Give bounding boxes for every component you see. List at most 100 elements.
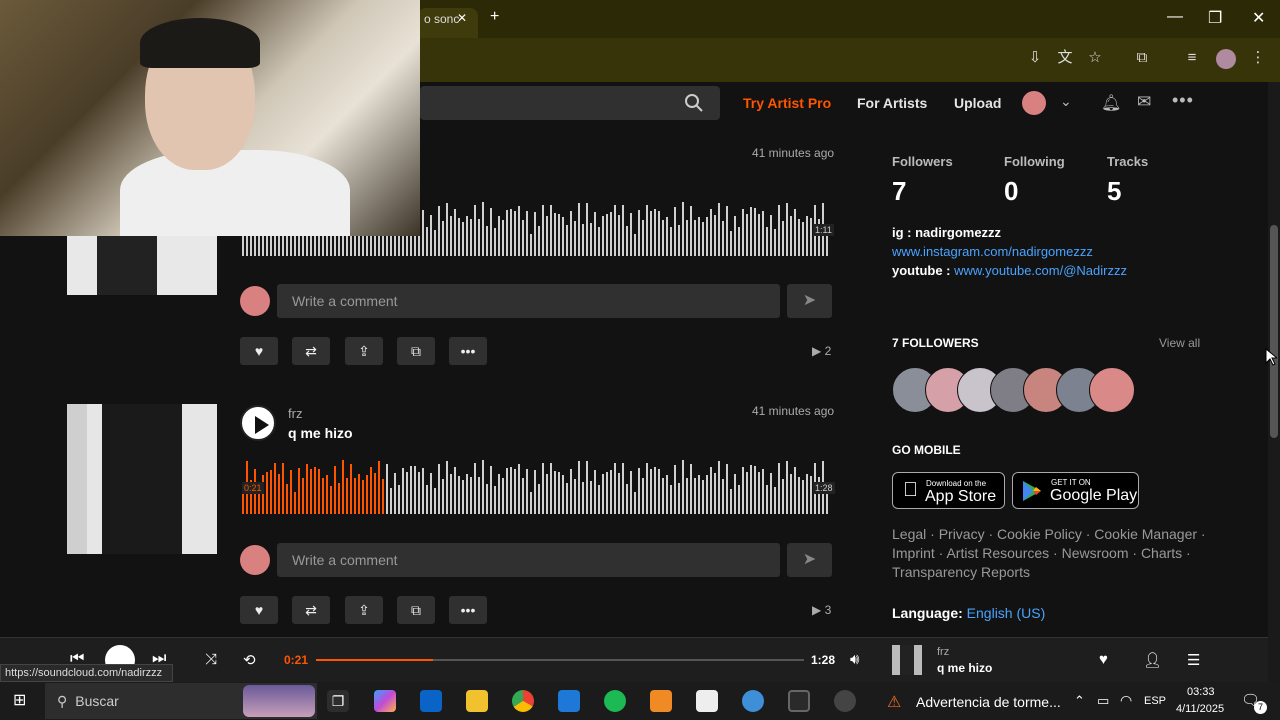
chrome-icon[interactable] [512, 690, 534, 712]
copy-link-icon[interactable]: ⧉ [397, 596, 435, 624]
repost-icon[interactable]: ⇄ [292, 596, 330, 624]
more-options-icon[interactable]: ••• [1172, 90, 1194, 111]
battery-icon[interactable]: ▭ [1097, 693, 1109, 709]
send-comment-icon[interactable]: ➤ [787, 284, 832, 318]
davinci-icon[interactable] [788, 690, 810, 712]
tab-close-icon[interactable]: ✕ [457, 11, 467, 25]
waveform-bar [482, 460, 484, 514]
youtube-link[interactable]: www.youtube.com/@Nadirzzz [954, 263, 1127, 278]
minimize-button[interactable]: — [1167, 8, 1183, 26]
file-explorer-icon[interactable] [466, 690, 488, 712]
share-icon[interactable]: ⇪ [345, 596, 383, 624]
copilot-icon[interactable] [374, 690, 396, 712]
upload-link[interactable]: Upload [954, 95, 1001, 111]
scrollbar-thumb[interactable] [1270, 225, 1278, 438]
following-count[interactable]: 0 [1004, 176, 1018, 207]
weather-alert[interactable]: Advertencia de torme... [916, 694, 1061, 710]
followers-count[interactable]: 7 [892, 176, 906, 207]
language-link[interactable]: English (US) [967, 605, 1046, 621]
followers-label[interactable]: Followers [892, 154, 953, 169]
shuffle-icon[interactable]: ⤨ [205, 651, 217, 668]
task-view-icon[interactable]: ❐ [327, 690, 349, 712]
waveform-bar [642, 477, 644, 514]
track-waveform[interactable] [242, 450, 832, 514]
following-label[interactable]: Following [1004, 154, 1065, 169]
chevron-down-icon[interactable]: ⌄ [1060, 93, 1072, 110]
profile-avatar[interactable] [1216, 49, 1236, 69]
play-button[interactable] [240, 405, 276, 441]
waveform-bar [578, 461, 580, 514]
repost-icon[interactable]: ⇄ [292, 337, 330, 365]
waveform-bar [274, 463, 276, 514]
more-actions-icon[interactable]: ••• [449, 337, 487, 365]
instagram-link[interactable]: www.instagram.com/nadirgomezzz [892, 244, 1093, 259]
app-store-button[interactable]:  Download on the App Store [892, 472, 1005, 509]
player-artist[interactable]: frz [937, 646, 949, 658]
waveform-bar [330, 485, 332, 514]
waveform-bar [490, 466, 492, 514]
track-artist[interactable]: frz [288, 406, 302, 421]
follower-avatar[interactable] [1089, 367, 1135, 413]
volume-icon[interactable]: 🔊︎ [850, 651, 859, 668]
browser-tab[interactable]: o sonc [418, 8, 478, 38]
track-title[interactable]: q me hizo [288, 425, 353, 441]
store-icon[interactable] [558, 690, 580, 712]
mail-icon[interactable]: ✉ [1137, 92, 1151, 112]
install-app-icon[interactable]: ⇩ [1025, 48, 1045, 68]
extensions-icon[interactable]: ⧉ [1132, 48, 1152, 68]
tray-chevron-icon[interactable]: ⌃ [1074, 693, 1085, 709]
for-artists-link[interactable]: For Artists [857, 95, 927, 111]
wifi-icon[interactable]: ◠ [1120, 692, 1132, 709]
browser-menu-icon[interactable]: ⋮ [1248, 48, 1268, 68]
send-comment-icon[interactable]: ➤ [787, 543, 832, 577]
like-heart-icon[interactable]: ♥ [240, 337, 278, 365]
player-like-icon[interactable]: ♥ [1099, 651, 1108, 668]
waveform-bar [682, 460, 684, 514]
document-icon[interactable] [696, 690, 718, 712]
clock-date[interactable]: 4/11/2025 [1176, 703, 1224, 715]
follow-user-icon[interactable]: 👤︎ [1143, 651, 1162, 669]
track-artwork[interactable] [67, 236, 217, 295]
fl-studio-icon[interactable] [650, 690, 672, 712]
waveform-bar [446, 203, 448, 256]
new-tab-button[interactable]: + [490, 8, 499, 26]
copy-link-icon[interactable]: ⧉ [397, 337, 435, 365]
keyboard-language[interactable]: ESP [1144, 695, 1166, 707]
more-actions-icon[interactable]: ••• [449, 596, 487, 624]
track-artwork[interactable] [67, 404, 217, 554]
comment-input[interactable]: Write a comment [277, 284, 780, 318]
maximize-button[interactable]: ❐ [1208, 8, 1222, 28]
waveform-bar [646, 463, 648, 514]
tracks-label[interactable]: Tracks [1107, 154, 1148, 169]
footer-links[interactable]: Legal · Privacy · Cookie Policy · Cookie… [892, 525, 1212, 582]
search-highlight-image[interactable] [243, 685, 315, 717]
bell-icon[interactable]: 🔔︎ [1101, 93, 1121, 113]
qbittorrent-icon[interactable] [742, 690, 764, 712]
user-avatar[interactable] [1022, 91, 1046, 115]
comment-input[interactable]: Write a comment [277, 543, 780, 577]
waveform-bar [810, 218, 812, 256]
window-close-button[interactable]: ✕ [1252, 8, 1265, 28]
player-progress-track[interactable] [316, 659, 804, 661]
translate-icon[interactable]: 文 [1055, 48, 1075, 68]
followers-heading[interactable]: 7 FOLLOWERS [892, 336, 979, 350]
obs-icon[interactable] [834, 690, 856, 712]
spotify-icon[interactable] [604, 690, 626, 712]
repeat-icon[interactable]: ⟲ [243, 651, 256, 669]
share-icon[interactable]: ⇪ [345, 337, 383, 365]
player-title[interactable]: q me hizo [937, 661, 992, 675]
search-icon[interactable] [684, 93, 704, 113]
google-play-button[interactable]: GET IT ON Google Play [1012, 472, 1139, 509]
windows-start-icon[interactable]: ⊞ [13, 692, 31, 710]
outlook-icon[interactable] [420, 690, 442, 712]
media-control-icon[interactable]: ≡ [1182, 48, 1202, 68]
tracks-count[interactable]: 5 [1107, 176, 1121, 207]
like-heart-icon[interactable]: ♥ [240, 596, 278, 624]
search-input[interactable] [420, 86, 720, 120]
player-artwork[interactable] [892, 645, 922, 675]
bookmark-star-icon[interactable]: ☆ [1085, 48, 1105, 68]
clock-time[interactable]: 03:33 [1187, 686, 1215, 698]
try-artist-pro-link[interactable]: Try Artist Pro [743, 95, 831, 111]
queue-icon[interactable]: ☰ [1187, 651, 1200, 669]
view-all-link[interactable]: View all [1159, 336, 1200, 350]
